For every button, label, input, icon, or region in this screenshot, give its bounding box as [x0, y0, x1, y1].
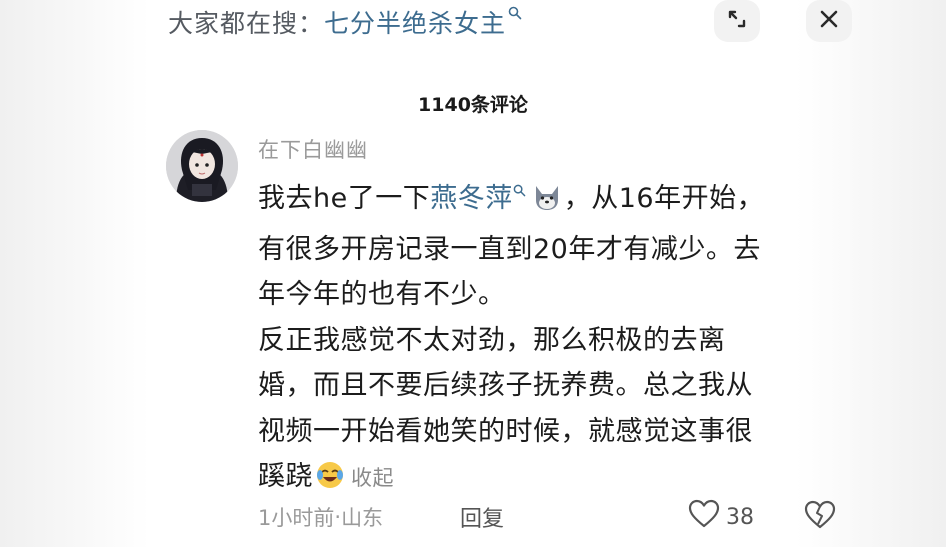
dislike-button[interactable]	[804, 499, 836, 535]
comment-username[interactable]: 在下白幽幽	[258, 134, 368, 164]
comment-time: 1小时前	[258, 506, 335, 530]
broken-heart-icon	[804, 500, 836, 534]
comment-line: 年今年的也有不少。	[258, 279, 506, 310]
collapse-button[interactable]: 收起	[351, 466, 394, 490]
magnifier-icon	[508, 6, 522, 24]
comment-meta: 1小时前 · 山东	[258, 500, 383, 534]
search-prefix: 大家都在搜：	[168, 9, 325, 38]
comment-line: 有很多开房记录一直到20年才有减少。去	[258, 233, 761, 265]
heart-icon	[688, 499, 720, 535]
expand-button[interactable]	[714, 0, 760, 42]
comment-location: 山东	[341, 506, 384, 530]
reply-button[interactable]: 回复	[460, 500, 504, 534]
comment-line: 反正我感觉不太对劲，那么积极的去离	[258, 324, 726, 356]
avatar[interactable]	[166, 130, 238, 202]
comment-search-link[interactable]: 燕冬萍	[430, 183, 513, 214]
magnifier-icon	[513, 184, 526, 201]
left-shading	[0, 0, 150, 547]
comment-text-part: 蹊跷	[258, 461, 313, 492]
search-suggestion-bar[interactable]: 大家都在搜： 七分半绝杀女主	[168, 4, 522, 40]
meta-separator: ·	[334, 505, 342, 529]
comment-text: 我去he了一下燕冬萍 ，从16年开始， 有很多开房记录一直到20年才有减少。去 年…	[258, 176, 838, 502]
search-term-link[interactable]: 七分半绝杀女主	[324, 4, 506, 40]
comment-line: 婚，而且不要后续孩子抚养费。总之我从	[258, 370, 753, 401]
dog-face-emoji-icon	[532, 181, 562, 211]
laughing-tears-emoji-icon	[315, 459, 345, 489]
comment-text-part: ，从16年开始，	[563, 183, 765, 214]
close-icon	[819, 6, 839, 36]
comment-count-title: 1140条评论	[418, 94, 528, 116]
like-button[interactable]: 38	[688, 499, 754, 535]
expand-icon	[725, 7, 749, 35]
close-button[interactable]	[806, 0, 852, 42]
comment-line: 视频一开始看她笑的时候，就感觉这事很	[258, 415, 753, 447]
comment-text-part: 我去he了一下	[258, 183, 431, 214]
like-count: 38	[726, 504, 754, 530]
